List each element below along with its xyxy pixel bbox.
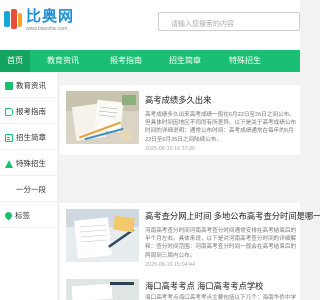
site-logo[interactable]: 比奥网 www.biaoshiu.com — [4, 9, 74, 33]
nav-item-exam-guide[interactable]: 报考指南 — [96, 50, 156, 72]
article-card[interactable]: 高考查分网上时间 多地公布高考查分时间是哪一天 河南高考查分时间河南高考查分时间… — [60, 203, 320, 273]
star-icon — [5, 159, 13, 168]
sidebar-item-label: 招生简章 — [16, 133, 46, 142]
article-title[interactable]: 海口高考考点 海口高考考点学校 — [145, 281, 263, 292]
article-title[interactable]: 高考查分网上时间 多地公布高考查分时间是哪一天 — [145, 211, 320, 222]
sidebar: 教育资讯 报考指南 招生简章 特殊招生 一分一段 标签 — [0, 72, 57, 300]
sidebar-item-special-admission[interactable]: 特殊招生 — [0, 152, 57, 176]
document-icon — [5, 133, 13, 142]
nav-item-admission-brochure[interactable]: 招生简章 — [156, 50, 214, 72]
sidebar-item-exam-guide[interactable]: 报考指南 — [0, 100, 57, 124]
sidebar-item-label: 标签 — [15, 211, 30, 220]
article-time: 2025-08-16 15:04:44 — [145, 262, 196, 268]
bookmark-icon — [5, 107, 13, 116]
nav-item-education-news[interactable]: 教育资讯 — [30, 50, 96, 72]
sidebar-item-label: 教育资讯 — [16, 81, 46, 90]
site-header: 比奥网 www.biaoshiu.com — [0, 0, 300, 50]
logo-name: 比奥网 — [26, 8, 75, 25]
article-thumbnail[interactable] — [66, 279, 139, 300]
grid-icon — [5, 81, 13, 90]
sidebar-item-label: 报考指南 — [16, 107, 46, 116]
article-time: 2025-08-16 16:37:36 — [145, 146, 196, 152]
article-summary: 海口高考考点海口高考考点主要包括以下几个：海南华侨中学考点等 — [145, 295, 297, 300]
logo-mark-icon — [4, 9, 22, 29]
sidebar-item-label: 特殊招生 — [16, 159, 46, 168]
tag-icon — [3, 210, 14, 221]
article-thumbnail[interactable] — [66, 209, 139, 262]
search-box — [158, 12, 300, 33]
sidebar-item-label: 一分一段 — [16, 185, 46, 194]
sidebar-item-tags[interactable]: 标签 — [0, 204, 57, 228]
article-card[interactable]: 高考成绩多久出来 高考成绩多久出来高考成绩一般在6月22日至26日之间公布。但具… — [60, 85, 300, 155]
article-title[interactable]: 高考成绩多久出来 — [145, 95, 211, 106]
article-summary: 高考成绩多久出来高考成绩一般在6月22日至26日之间公布。但具体时间因地区不同而… — [145, 112, 297, 143]
article-thumbnail[interactable] — [66, 91, 139, 144]
article-card[interactable]: 海口高考考点 海口高考考点学校 海口高考考点海口高考考点主要包括以下几个：海南华… — [60, 273, 300, 300]
main-nav: 首页 教育资讯 报考指南 招生简章 特殊招生 — [0, 50, 300, 72]
sidebar-item-admission-brochure[interactable]: 招生简章 — [0, 126, 57, 150]
article-summary: 河南高考查分时间河南高考查分时间通常安排在高考结束后的半个月左右。具体来说，以下… — [145, 228, 297, 259]
sidebar-item-education-news[interactable]: 教育资讯 — [0, 74, 57, 98]
logo-subtitle: www.biaoshiu.com — [26, 26, 68, 32]
search-input[interactable] — [159, 16, 279, 33]
sidebar-item-score-ranking[interactable]: 一分一段 — [0, 178, 57, 202]
nav-item-special-admission[interactable]: 特殊招生 — [214, 50, 276, 72]
nav-item-home[interactable]: 首页 — [0, 50, 30, 72]
